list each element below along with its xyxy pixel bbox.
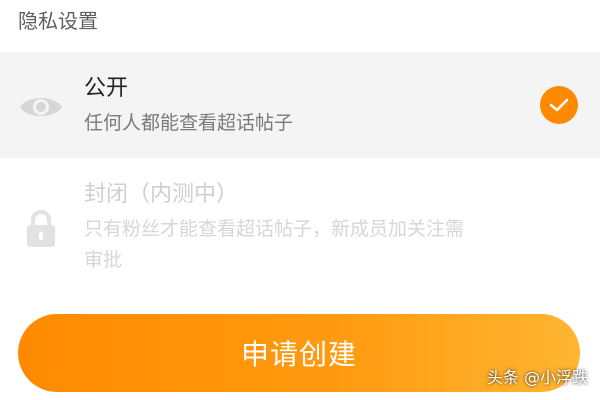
option-closed-title: 封闭（内测中） [84, 182, 239, 207]
option-public-title: 公开 [84, 76, 129, 101]
option-closed[interactable]: 封闭（内测中） 只有粉丝才能查看超话帖子，新成员加关注需审批 [0, 168, 600, 288]
option-public[interactable]: 公开 任何人都能查看超话帖子 [0, 52, 600, 158]
check-icon [540, 86, 578, 124]
option-closed-description: 只有粉丝才能查看超话帖子，新成员加关注需审批 [84, 218, 465, 271]
option-public-description: 任何人都能查看超话帖子 [84, 112, 294, 134]
section-title: 隐私设置 [18, 9, 98, 33]
lock-icon [18, 206, 64, 252]
eye-icon [18, 84, 64, 130]
privacy-settings-screen: 隐私设置 公开 任何人都能查看超话帖子 封闭（内测中） 只有粉丝才能查看超话帖子… [0, 0, 600, 400]
watermark: 头条 @小浮跌 [486, 368, 588, 387]
